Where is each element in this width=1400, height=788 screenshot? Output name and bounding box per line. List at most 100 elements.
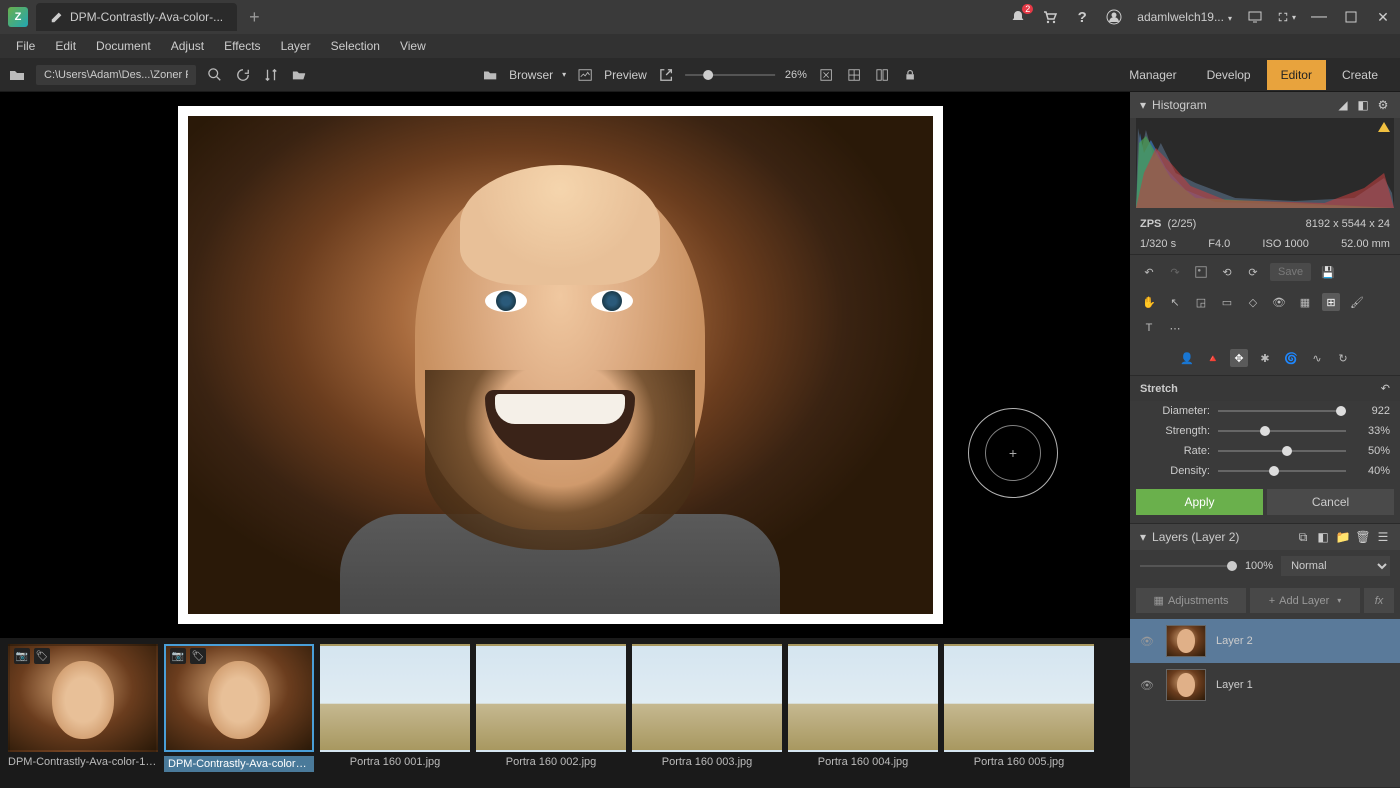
visibility-icon[interactable]: 👁 xyxy=(1140,679,1156,692)
twirl-tool-icon[interactable]: 🌀 xyxy=(1282,349,1300,367)
rotate-right-icon[interactable]: ⟳ xyxy=(1244,263,1262,281)
sort-icon[interactable] xyxy=(262,66,280,84)
text-tool-icon[interactable]: T xyxy=(1140,319,1158,337)
apply-button[interactable]: Apply xyxy=(1136,489,1263,515)
blend-mode-select[interactable]: Normal xyxy=(1281,556,1390,576)
adjustments-button[interactable]: ▦Adjustments xyxy=(1136,588,1246,613)
menu-adjust[interactable]: Adjust xyxy=(163,36,212,56)
menu-layer[interactable]: Layer xyxy=(273,36,319,56)
strength-value[interactable]: 33% xyxy=(1354,425,1390,437)
eye-tool-icon[interactable]: 👁 xyxy=(1270,293,1288,311)
history-image-icon[interactable] xyxy=(1192,263,1210,281)
undo-icon[interactable]: ↶ xyxy=(1140,263,1158,281)
stretch-tool-cursor[interactable]: + xyxy=(968,408,1058,498)
rate-value[interactable]: 50% xyxy=(1354,445,1390,457)
menu-document[interactable]: Document xyxy=(88,36,159,56)
search-icon[interactable] xyxy=(206,66,224,84)
hand-tool-icon[interactable]: ✋ xyxy=(1140,293,1158,311)
fx-button[interactable]: fx xyxy=(1364,588,1394,613)
module-create[interactable]: Create xyxy=(1328,60,1392,90)
rotate-left-icon[interactable]: ⟲ xyxy=(1218,263,1236,281)
folder-icon[interactable] xyxy=(8,66,26,84)
thumb-item[interactable]: Portra 160 003.jpg xyxy=(632,644,782,782)
notifications-icon[interactable]: 2 xyxy=(1009,8,1027,26)
monitor-icon[interactable] xyxy=(1246,8,1264,26)
brush-tool-icon[interactable]: 🖌 xyxy=(1348,293,1366,311)
density-value[interactable]: 40% xyxy=(1354,465,1390,477)
close-icon[interactable]: ✕ xyxy=(1374,8,1392,26)
delete-layer-icon[interactable]: 🗑 xyxy=(1356,530,1370,544)
browser-icon[interactable] xyxy=(481,66,499,84)
warp-tool-icon[interactable]: 🔺 xyxy=(1204,349,1222,367)
diameter-value[interactable]: 922 xyxy=(1354,405,1390,417)
layers-header[interactable]: ▾ Layers (Layer 2) ⧉ ◧ 📁 🗑 ☰ xyxy=(1130,524,1400,550)
minimize-icon[interactable]: — xyxy=(1310,8,1328,26)
thumb-item[interactable]: Portra 160 002.jpg xyxy=(476,644,626,782)
pucker-tool-icon[interactable]: ✱ xyxy=(1256,349,1274,367)
module-manager[interactable]: Manager xyxy=(1115,60,1190,90)
reset-tool-icon[interactable]: ↶ xyxy=(1381,382,1390,395)
menu-file[interactable]: File xyxy=(8,36,43,56)
histogram-header[interactable]: ▾ Histogram ◢ ◧ ⚙ xyxy=(1130,92,1400,118)
gear-icon[interactable]: ⚙ xyxy=(1376,98,1390,112)
smooth-tool-icon[interactable]: ∿ xyxy=(1308,349,1326,367)
document-tab[interactable]: DPM-Contrastly-Ava-color-... xyxy=(36,3,237,31)
stretch-tool-icon[interactable]: ✥ xyxy=(1230,349,1248,367)
save-button[interactable]: Save xyxy=(1270,263,1311,281)
menu-selection[interactable]: Selection xyxy=(323,36,388,56)
add-layer-button[interactable]: +Add Layer xyxy=(1250,588,1360,613)
select-tool-icon[interactable]: ▭ xyxy=(1218,293,1236,311)
collapse-icon[interactable]: ▾ xyxy=(1140,98,1146,112)
mask-layer-icon[interactable]: ◧ xyxy=(1316,530,1330,544)
layer-opacity-slider[interactable] xyxy=(1140,565,1237,567)
layers-menu-icon[interactable]: ☰ xyxy=(1376,530,1390,544)
thumb-item[interactable]: Portra 160 004.jpg xyxy=(788,644,938,782)
zoom-slider[interactable] xyxy=(685,74,775,76)
username-label[interactable]: adamlwelch19... xyxy=(1137,10,1232,24)
save-as-icon[interactable]: 💾 xyxy=(1319,263,1337,281)
strength-slider[interactable] xyxy=(1218,430,1346,432)
cancel-button[interactable]: Cancel xyxy=(1267,489,1394,515)
more-tool-icon[interactable]: ⋯ xyxy=(1166,319,1184,337)
browser-button[interactable]: Browser xyxy=(509,68,566,82)
thumb-item[interactable]: Portra 160 005.jpg xyxy=(944,644,1094,782)
fit-icon[interactable] xyxy=(817,66,835,84)
redo-icon[interactable]: ↷ xyxy=(1166,263,1184,281)
reconstruct-tool-icon[interactable]: ↻ xyxy=(1334,349,1352,367)
lock-icon[interactable] xyxy=(901,66,919,84)
menu-view[interactable]: View xyxy=(392,36,434,56)
open-folder-icon[interactable] xyxy=(290,66,308,84)
thumb-item[interactable]: 📷🏷DPM-Contrastly-Ava-color-1.jpg xyxy=(8,644,158,782)
viewport[interactable]: + xyxy=(0,92,1130,638)
module-editor[interactable]: Editor xyxy=(1267,60,1326,90)
path-input[interactable] xyxy=(36,65,196,85)
add-tab-button[interactable]: + xyxy=(241,7,268,28)
liquify-tool-icon[interactable]: ⊞ xyxy=(1322,293,1340,311)
refresh-icon[interactable] xyxy=(234,66,252,84)
user-icon[interactable] xyxy=(1105,8,1123,26)
adjust-tool-icon[interactable]: ▦ xyxy=(1296,293,1314,311)
clip-highlights-icon[interactable]: ◧ xyxy=(1356,98,1370,112)
push-tool-icon[interactable]: 👤 xyxy=(1178,349,1196,367)
rate-slider[interactable] xyxy=(1218,450,1346,452)
menu-edit[interactable]: Edit xyxy=(47,36,84,56)
thumb-item[interactable]: Portra 160 001.jpg xyxy=(320,644,470,782)
pointer-tool-icon[interactable]: ↖ xyxy=(1166,293,1184,311)
preview-icon[interactable] xyxy=(576,66,594,84)
maximize-icon[interactable] xyxy=(1342,8,1360,26)
lasso-tool-icon[interactable]: ◇ xyxy=(1244,293,1262,311)
external-icon[interactable] xyxy=(657,66,675,84)
module-develop[interactable]: Develop xyxy=(1193,60,1265,90)
help-icon[interactable]: ? xyxy=(1073,8,1091,26)
diameter-slider[interactable] xyxy=(1218,410,1346,412)
collapse-icon[interactable]: ▾ xyxy=(1140,530,1146,544)
fit-1-1-icon[interactable] xyxy=(845,66,863,84)
crop-tool-icon[interactable]: ◲ xyxy=(1192,293,1210,311)
group-layer-icon[interactable]: 📁 xyxy=(1336,530,1350,544)
layer-item[interactable]: 👁Layer 2 xyxy=(1130,619,1400,663)
preview-button[interactable]: Preview xyxy=(604,68,647,82)
thumb-item[interactable]: 📷🏷DPM-Contrastly-Ava-color-1.zps xyxy=(164,644,314,782)
duplicate-layer-icon[interactable]: ⧉ xyxy=(1296,530,1310,544)
clip-shadows-icon[interactable]: ◢ xyxy=(1336,98,1350,112)
density-slider[interactable] xyxy=(1218,470,1346,472)
